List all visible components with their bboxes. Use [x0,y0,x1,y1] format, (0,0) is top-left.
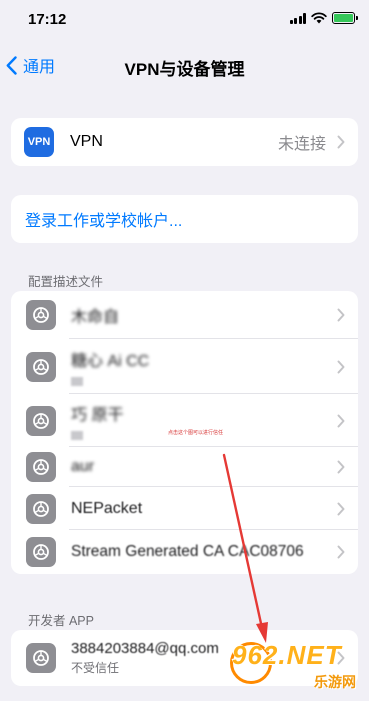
profile-gear-icon [26,351,56,382]
status-time: 17:12 [28,11,67,28]
profile-row[interactable]: 巧 原干 [11,394,358,447]
profile-name: 糖心 Ai CC [71,353,150,370]
profile-name: Stream Generated CA CAC08706 [71,543,304,560]
profile-row[interactable]: 木命自 [11,291,358,339]
developer-section-header: 开发者 APP [28,614,94,628]
profile-name: aur [71,458,95,475]
status-icons [289,12,358,24]
chevron-right-icon [337,414,345,427]
chevron-right-icon [337,545,345,559]
profile-name: 木命自 [71,309,120,326]
signin-group: 登录工作或学校帐户... [11,195,358,243]
profiles-section-header: 配置描述文件 [28,275,104,289]
status-bar: 17:12 [0,0,369,44]
profile-row[interactable]: Stream Generated CA CAC08706 [11,530,358,574]
vpn-status: 未连接 [277,136,326,153]
profile-gear-icon [26,537,56,567]
profile-gear-icon [26,300,56,330]
signin-link[interactable]: 登录工作或学校帐户... [25,207,182,231]
navigation-bar: 通用 VPN与设备管理 [0,44,369,88]
annotation-note: 点击这个图可以进行信任 [168,430,224,436]
developer-gear-icon [26,643,56,673]
wifi-icon [311,12,327,24]
profile-row[interactable]: aur [11,447,358,487]
vpn-icon: VPN [24,127,54,157]
battery-icon [332,12,358,24]
profile-row[interactable]: NEPacket [11,487,358,530]
profile-gear-icon [26,493,56,524]
chevron-right-icon [337,460,345,474]
profile-name: 巧 原干 [71,407,124,424]
profile-row[interactable]: 糖心 Ai CC [11,339,358,394]
chevron-right-icon [337,308,345,322]
vpn-group: VPN VPN 未连接 [11,118,358,166]
chevron-right-icon [337,135,345,149]
profile-subtitle-redacted [71,431,83,440]
watermark-text: 962.NET [232,640,342,670]
profile-gear-icon [26,452,56,482]
profile-name: NEPacket [71,499,143,517]
vpn-label: VPN [70,133,103,150]
profile-subtitle-redacted [71,377,83,386]
developer-app-name: 3884203884@qq.com [71,640,219,657]
chevron-right-icon [337,502,345,515]
cellular-signal-icon [289,12,306,24]
signin-row[interactable]: 登录工作或学校帐户... [11,195,358,243]
chevron-right-icon [337,360,345,373]
watermark-logo: 962.NET 乐游网 [230,640,362,695]
watermark-subtext: 乐游网 [314,674,356,690]
profile-gear-icon [26,405,56,436]
page-title: VPN与设备管理 [124,60,245,79]
developer-app-status: 不受信任 [71,661,120,675]
vpn-row[interactable]: VPN VPN 未连接 [11,118,358,166]
